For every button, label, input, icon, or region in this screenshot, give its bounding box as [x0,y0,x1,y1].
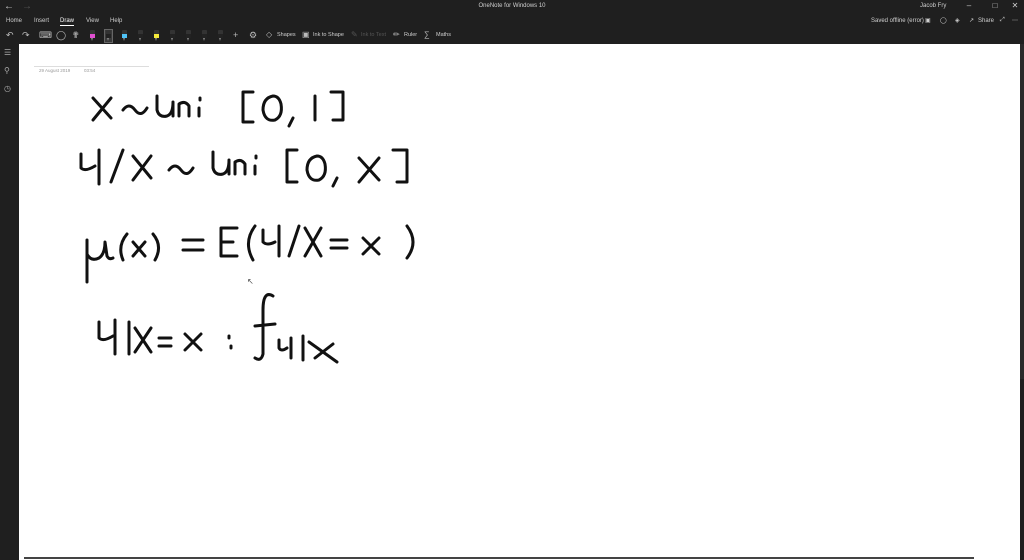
ruler-icon[interactable]: ✏ [393,30,400,39]
pen-black[interactable] [201,30,208,42]
select-text-icon[interactable]: ⌨ [39,30,52,41]
maths-icon[interactable]: ∑ [424,30,430,39]
tab-view[interactable]: View [86,18,99,24]
navigation-rail: ☰ ⚲ ◷ [0,44,19,560]
recent-icon[interactable]: ◷ [4,84,11,93]
pen-black[interactable] [137,30,144,42]
draw-toolbar: ↶ ↷ ⌨ ◯ ✟ + ⚙ ◇ Shapes ▣ Ink to Shape ✎ … [0,28,1024,44]
bell-icon[interactable]: ◈ [955,17,960,24]
notebooks-icon[interactable]: ☰ [4,48,11,57]
minimize-icon[interactable]: – [962,1,976,10]
user-name[interactable]: Jacob Fry [920,3,946,9]
share-icon[interactable]: ↗ [969,17,974,24]
tab-home[interactable]: Home [6,18,22,24]
maximize-icon[interactable]: □ [988,1,1002,10]
lightbulb-icon[interactable]: ◯ [940,17,947,24]
highlighter-yellow[interactable] [153,30,160,42]
ink-replay-icon[interactable]: ⚙ [249,30,257,41]
tab-help[interactable]: Help [110,18,122,24]
share-button[interactable]: Share [978,18,994,24]
pen-pink[interactable] [89,30,96,42]
ribbon-tabs: Home Insert Draw View Help Saved offline… [0,16,1024,28]
handwritten-ink[interactable] [19,44,1020,560]
close-icon[interactable]: ✕ [1008,1,1022,10]
window-title: OneNote for Windows 10 [478,3,546,9]
redo-icon[interactable]: ↷ [22,30,30,41]
ink-to-shape-button[interactable]: Ink to Shape [313,32,344,38]
note-page[interactable]: 29 August 2019 03:54 ↖ [19,44,1020,560]
undo-icon[interactable]: ↶ [6,30,14,41]
title-bar: ← → OneNote for Windows 10 Jacob Fry – □… [0,0,1024,16]
lasso-select-icon[interactable]: ◯ [56,30,66,41]
mouse-cursor-icon: ↖ [247,277,254,286]
ink-line-3 [85,224,415,284]
pen-black[interactable] [169,30,176,42]
add-pen-icon[interactable]: + [233,30,238,40]
tab-draw[interactable]: Draw [60,18,75,26]
expand-icon[interactable]: ⤢ [1000,17,1005,24]
ruler-button[interactable]: Ruler [404,32,417,38]
pen-black[interactable] [185,30,192,42]
sync-status[interactable]: Saved offline (error) [871,18,924,24]
shapes-button[interactable]: Shapes [277,32,296,38]
tab-insert[interactable]: Insert [34,18,49,24]
ink-to-text-button: Ink to Text [361,32,386,38]
vertical-scrollbar[interactable] [1020,44,1024,379]
horizontal-scrollbar[interactable] [24,557,974,559]
ink-line-1 [91,90,345,128]
ink-to-shape-icon[interactable]: ▣ [302,30,310,39]
search-icon[interactable]: ⚲ [4,66,10,75]
more-icon[interactable]: ⋯ [1012,17,1018,24]
ink-line-4 [97,293,339,364]
pen-blue[interactable] [121,30,128,42]
maths-button[interactable]: Maths [436,32,451,38]
add-space-icon[interactable]: ✟ [72,30,80,41]
notebook-icon[interactable]: ▣ [925,17,931,24]
ink-line-2 [79,148,409,188]
pen-black-selected[interactable] [104,29,113,43]
pen-black[interactable] [217,30,224,42]
shapes-icon[interactable]: ◇ [266,30,272,39]
ink-to-text-icon: ✎ [351,30,358,39]
